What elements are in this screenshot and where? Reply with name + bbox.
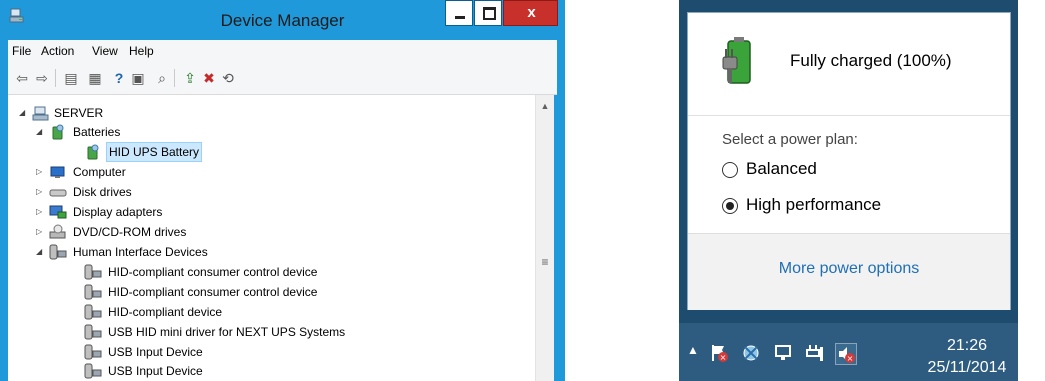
divider	[688, 115, 1010, 116]
vertical-scrollbar[interactable]: ▲ ≡	[535, 95, 554, 381]
properties-icon[interactable]: ▦	[87, 70, 103, 86]
clock-time[interactable]: 21:26	[917, 337, 1017, 355]
back-arrow-icon[interactable]: ⇦	[14, 70, 30, 86]
dvd-drive-icon	[49, 224, 66, 239]
action-pane-icon[interactable]: ▣	[130, 70, 146, 86]
radio-selected[interactable]	[722, 198, 738, 214]
title-bar[interactable]: Device Manager x	[0, 0, 565, 40]
collapse-icon[interactable]: ◢	[19, 104, 25, 122]
disable-device-icon[interactable]: ✖	[201, 70, 217, 86]
uninstall-device-icon[interactable]: ⟲	[220, 70, 236, 86]
show-hidden-icons-chevron-icon[interactable]: ▲	[687, 343, 699, 357]
svg-text:×: ×	[847, 354, 854, 363]
radio-dot	[726, 202, 734, 210]
toolbar: ⇦ ⇨ ▤ ▦ ? ▣ ⌕ ⇪ ✖ ⟲	[8, 62, 557, 95]
hid-category-icon	[49, 244, 67, 260]
taskbar: ▲ × × 21:26 25/11/2014	[679, 323, 1018, 381]
network-adapter-icon[interactable]	[773, 343, 793, 363]
scroll-grip-icon[interactable]: ≡	[536, 255, 554, 269]
scroll-up-arrow-icon[interactable]: ▲	[536, 101, 554, 111]
expand-icon[interactable]: ▷	[36, 223, 42, 241]
scan-hardware-icon[interactable]: ⌕	[154, 70, 170, 86]
battery-category-icon	[52, 124, 64, 140]
close-icon: x	[527, 4, 536, 21]
radio-unselected[interactable]	[722, 162, 738, 178]
menu-view[interactable]: View	[92, 44, 118, 58]
clock-date[interactable]: 25/11/2014	[917, 359, 1017, 377]
minimize-icon	[455, 16, 465, 19]
minimize-button[interactable]	[445, 0, 473, 26]
maximize-button[interactable]	[474, 0, 502, 26]
hid-device-icon	[84, 304, 102, 320]
display-adapter-icon	[49, 205, 67, 219]
forward-arrow-icon[interactable]: ⇨	[34, 70, 50, 86]
maximize-icon	[483, 7, 496, 20]
device-tree: ◢ SERVER ◢ Batteries HID UPS Battery ▷ C…	[8, 95, 535, 381]
server-computer-icon	[32, 106, 49, 121]
volume-muted-icon[interactable]: ×	[835, 343, 857, 365]
battery-flyout: Fully charged (100%) Select a power plan…	[679, 0, 1018, 381]
more-power-options-link[interactable]: More power options	[688, 260, 1010, 278]
help-icon[interactable]: ?	[111, 70, 127, 86]
menu-bar: File Action View Help	[8, 40, 557, 62]
flyout-footer: More power options	[688, 233, 1010, 310]
toolbar-separator	[174, 69, 175, 87]
close-button[interactable]: x	[503, 0, 558, 26]
svg-text:×: ×	[720, 353, 727, 362]
battery-status: Fully charged (100%)	[790, 51, 952, 70]
menu-action[interactable]: Action	[41, 44, 74, 58]
hid-device-icon	[84, 324, 102, 340]
battery-charging-icon	[722, 37, 751, 84]
device-manager-window: Device Manager x File Action View Help ⇦…	[0, 0, 565, 381]
action-center-flag-icon[interactable]: ×	[709, 343, 729, 363]
network-icon[interactable]	[741, 343, 761, 363]
expand-icon[interactable]: ▷	[36, 203, 42, 221]
expand-icon[interactable]: ▷	[36, 163, 42, 181]
power-plan-heading: Select a power plan:	[722, 131, 858, 148]
collapse-icon[interactable]: ◢	[36, 243, 42, 261]
menu-help[interactable]: Help	[129, 44, 154, 58]
toolbar-separator	[55, 69, 56, 87]
menu-file[interactable]: File	[12, 44, 31, 58]
hid-device-icon	[84, 264, 102, 280]
power-panel: Fully charged (100%) Select a power plan…	[687, 12, 1011, 310]
disk-drive-icon	[49, 189, 67, 197]
update-driver-icon[interactable]: ⇪	[182, 70, 198, 86]
computer-icon	[50, 166, 65, 178]
hid-device-icon	[84, 344, 102, 360]
show-hide-tree-icon[interactable]: ▤	[63, 70, 79, 86]
expand-icon[interactable]: ▷	[36, 183, 42, 201]
hid-device-icon	[84, 284, 102, 300]
hid-device-icon	[84, 363, 102, 379]
power-plug-icon[interactable]	[805, 343, 825, 363]
battery-device-icon	[87, 144, 99, 160]
collapse-icon[interactable]: ◢	[36, 123, 42, 141]
